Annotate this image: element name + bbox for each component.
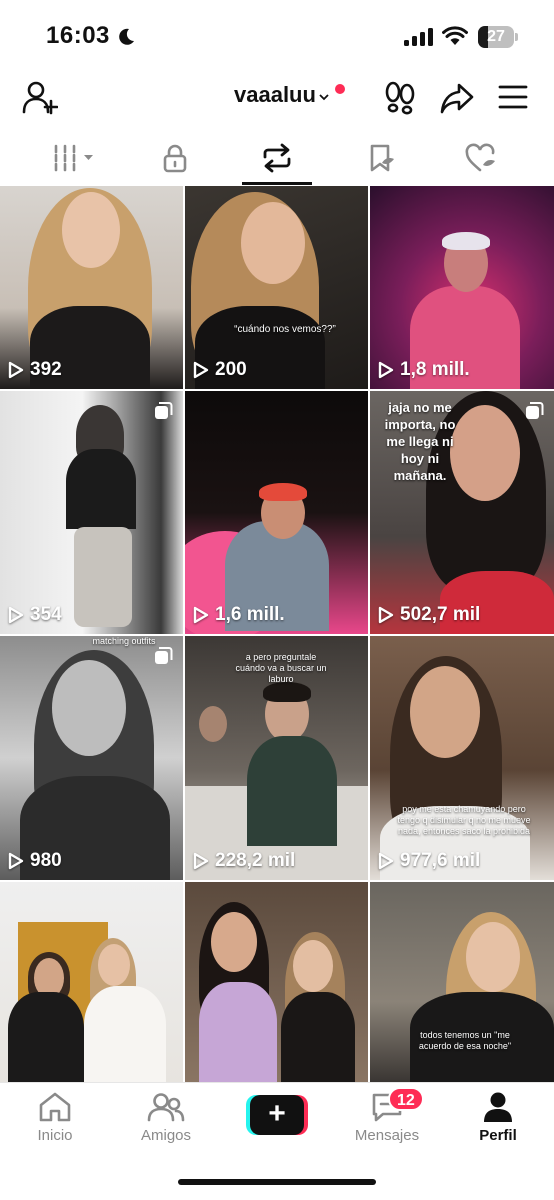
chevron-down-icon <box>319 94 329 101</box>
messages-badge: 12 <box>388 1087 424 1111</box>
play-icon <box>193 361 209 379</box>
home-icon <box>39 1092 71 1122</box>
video-tile[interactable] <box>0 882 183 1082</box>
footprint-icon[interactable] <box>384 80 416 116</box>
video-tile[interactable]: a pero preguntale cuándo va a buscar un … <box>185 636 368 880</box>
video-tile[interactable]: 354 <box>0 391 183 634</box>
video-tile[interactable] <box>185 882 368 1082</box>
multi-photo-icon <box>155 647 173 664</box>
create-button[interactable]: + <box>246 1095 308 1135</box>
share-icon[interactable] <box>440 82 474 114</box>
tab-liked[interactable] <box>446 130 516 186</box>
tab-private[interactable] <box>140 130 210 186</box>
moon-icon <box>119 28 134 45</box>
view-count: 1,8 mill. <box>400 359 470 380</box>
view-count: 228,2 mil <box>215 850 296 871</box>
view-count: 354 <box>30 604 62 625</box>
view-count: 200 <box>215 359 247 380</box>
nav-home[interactable]: Inicio <box>10 1091 100 1144</box>
view-count: 502,7 mil <box>400 604 481 625</box>
profile-icon <box>484 1092 512 1122</box>
multi-photo-icon <box>155 402 173 419</box>
video-caption: a pero preguntale cuándo va a buscar un … <box>235 652 327 684</box>
friends-icon <box>147 1093 185 1122</box>
heart-icon <box>465 143 495 172</box>
bookmark-icon <box>370 144 394 172</box>
active-tab-indicator <box>242 182 312 185</box>
video-caption: poy me esta chamuyando pero tengo q disi… <box>397 804 531 836</box>
status-bar: 16:03 27 <box>0 0 554 70</box>
nav-friends-label: Amigos <box>140 1127 192 1144</box>
tab-videos[interactable] <box>40 130 110 186</box>
nav-friends[interactable]: Amigos <box>121 1091 211 1144</box>
play-icon <box>8 606 24 624</box>
play-icon <box>8 852 24 870</box>
profile-tabs <box>0 130 554 186</box>
nav-home-label: Inicio <box>37 1127 73 1144</box>
play-icon <box>378 606 394 624</box>
account-switcher[interactable]: vaaaluu <box>234 82 330 108</box>
video-tile[interactable]: 392 <box>0 186 183 389</box>
menu-icon[interactable] <box>498 84 528 110</box>
view-count: 980 <box>30 850 62 871</box>
status-time: 16:03 <box>46 22 110 49</box>
plus-icon: + <box>268 1097 286 1130</box>
video-caption: todos tenemos un "me acuerdo de esa noch… <box>418 1030 512 1051</box>
video-tile[interactable]: 1,6 mill. <box>185 391 368 634</box>
grid-icon <box>54 144 93 172</box>
home-indicator <box>178 1179 376 1185</box>
multi-photo-icon <box>526 402 544 419</box>
video-tile[interactable]: poy me esta chamuyando pero tengo q disi… <box>370 636 554 880</box>
play-icon <box>378 852 394 870</box>
play-icon <box>8 361 24 379</box>
battery-level: 27 <box>487 28 505 45</box>
repost-icon <box>263 143 291 173</box>
view-count: 1,6 mill. <box>215 604 285 625</box>
nav-profile-label: Perfil <box>479 1127 517 1144</box>
video-tile[interactable]: “cuándo nos vemos??” 200 <box>185 186 368 389</box>
play-icon <box>378 361 394 379</box>
video-tile[interactable]: jaja no me importa, no me llega ni hoy n… <box>370 391 554 634</box>
tab-favorites[interactable] <box>346 130 416 186</box>
video-caption: “cuándo nos vemos??” <box>234 324 336 335</box>
tab-reposts[interactable] <box>242 130 312 186</box>
video-caption: matching outfits <box>92 636 156 646</box>
username: vaaaluu <box>234 82 316 107</box>
battery-icon: 27 <box>478 26 518 48</box>
notification-dot <box>335 84 345 94</box>
view-count: 392 <box>30 359 62 380</box>
nav-messages-label: Mensajes <box>354 1127 420 1144</box>
video-tile[interactable]: matching outfits 980 <box>0 636 183 880</box>
play-icon <box>193 852 209 870</box>
video-tile[interactable]: 1,8 mill. <box>370 186 554 389</box>
video-caption: jaja no me importa, no me llega ni hoy n… <box>384 400 456 483</box>
signal-icon <box>404 28 433 46</box>
nav-profile[interactable]: Perfil <box>453 1091 543 1144</box>
profile-header: vaaaluu <box>0 70 554 130</box>
lock-icon <box>163 144 187 173</box>
video-tile[interactable]: todos tenemos un "me acuerdo de esa noch… <box>370 882 554 1082</box>
add-user-icon[interactable] <box>22 80 58 116</box>
play-icon <box>193 606 209 624</box>
video-grid: 392 “cuándo nos vemos??” 200 1,8 mill. 3… <box>0 186 554 1082</box>
wifi-icon <box>442 26 468 45</box>
view-count: 977,6 mil <box>400 850 481 871</box>
